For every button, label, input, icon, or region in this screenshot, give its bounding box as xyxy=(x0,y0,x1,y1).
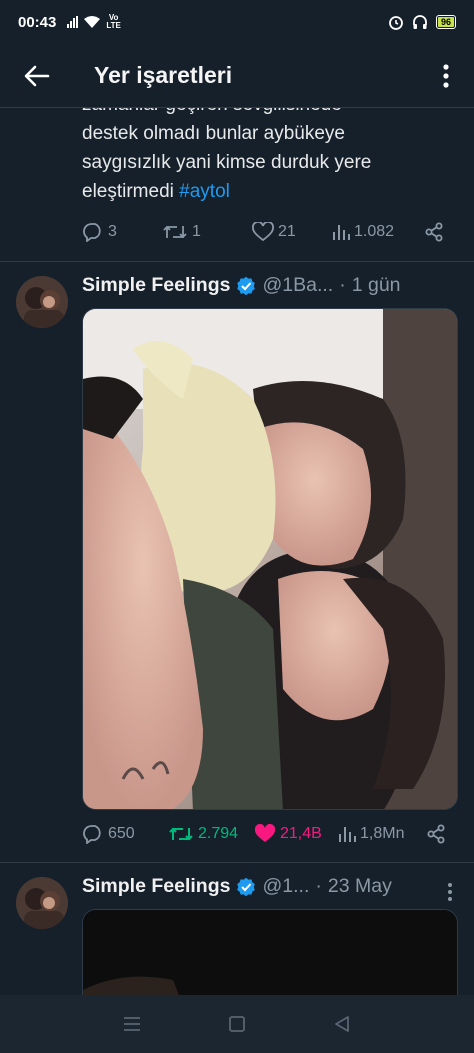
like-count: 21,4B xyxy=(280,825,322,842)
views-button[interactable]: 1.082 xyxy=(332,223,424,241)
tweet-bookmarked-partial[interactable]: zamanlar geçiren sevgilisinede destek ol… xyxy=(0,86,474,262)
tweet-actions: 650 2.794 21,4B 1,8Mn xyxy=(82,824,448,844)
triangle-back-icon xyxy=(334,1016,349,1032)
verified-badge-icon xyxy=(236,276,256,296)
menu-lines-icon xyxy=(124,1017,141,1031)
tweet-text-line: destek olmadı bunlar aybükeye xyxy=(82,123,345,144)
retweet-button[interactable]: 2.794 xyxy=(168,824,254,844)
reply-icon xyxy=(83,825,101,844)
tweet-time: 23 May xyxy=(327,875,392,897)
app-header: Yer işaretleri xyxy=(0,44,474,108)
like-count: 21 xyxy=(278,223,296,240)
vertical-dots-icon xyxy=(443,63,449,88)
back-button[interactable] xyxy=(18,57,56,95)
tweet-actions: 3 1 21 1.082 xyxy=(82,222,448,242)
tweet-more-button[interactable] xyxy=(448,883,452,901)
share-button[interactable] xyxy=(426,824,446,844)
tweet-text-line: saygısızlık yani kimse durduk yere xyxy=(82,152,372,173)
retweet-count: 1 xyxy=(192,223,201,240)
reply-button[interactable]: 650 xyxy=(82,824,168,844)
more-options-button[interactable] xyxy=(432,57,460,95)
tweet-header: Simple Feelings @1Ba... · 1 gün xyxy=(82,274,401,297)
alarm-icon xyxy=(389,16,403,30)
status-bar: 00:43 Vo LTE 96 xyxy=(0,0,474,44)
volte-label: Vo LTE xyxy=(106,13,121,30)
views-chart-icon xyxy=(339,827,356,842)
back-nav-button[interactable] xyxy=(322,1004,362,1044)
arrow-left-icon xyxy=(24,65,50,86)
hashtag-link[interactable]: #aytol xyxy=(179,181,230,202)
tweet-text-line: eleştirmedi xyxy=(82,181,180,202)
photo-image xyxy=(83,309,457,809)
headphones-icon xyxy=(413,15,427,29)
retweet-icon xyxy=(169,827,193,841)
tweet-time: 1 gün xyxy=(351,274,401,296)
retweet-count: 2.794 xyxy=(198,825,239,842)
view-count: 1.082 xyxy=(354,223,395,240)
avatar[interactable] xyxy=(16,877,68,929)
view-count: 1,8Mn xyxy=(360,825,405,842)
system-navigation-bar xyxy=(0,995,474,1053)
tweet-photo[interactable] xyxy=(82,308,458,810)
like-button[interactable]: 21 xyxy=(252,222,332,242)
retweet-icon xyxy=(163,225,187,239)
photo-image xyxy=(83,910,457,995)
author-name[interactable]: Simple Feelings xyxy=(82,274,230,297)
share-button[interactable] xyxy=(424,222,444,242)
battery-icon: 96 xyxy=(435,15,456,29)
retweet-button[interactable]: 1 xyxy=(162,222,252,242)
verified-badge-icon xyxy=(236,877,256,897)
page-title: Yer işaretleri xyxy=(94,62,233,88)
separator-dot: · xyxy=(339,274,346,296)
share-icon xyxy=(427,824,445,844)
avatar[interactable] xyxy=(16,276,68,328)
reply-count: 3 xyxy=(108,223,117,240)
reply-count: 650 xyxy=(108,825,135,842)
like-button[interactable]: 21,4B xyxy=(254,824,338,844)
recent-apps-button[interactable] xyxy=(112,1004,152,1044)
views-chart-icon xyxy=(333,225,350,240)
wifi-icon xyxy=(84,16,101,28)
author-name[interactable]: Simple Feelings xyxy=(82,875,230,898)
tweet-header: Simple Feelings @1... · 23 May xyxy=(82,875,392,898)
signal-icon xyxy=(67,16,79,28)
status-time: 00:43 xyxy=(18,13,57,31)
tweet-photo[interactable] xyxy=(82,909,458,995)
heart-icon xyxy=(252,222,274,242)
home-button[interactable] xyxy=(217,1004,257,1044)
square-home-icon xyxy=(229,1016,245,1032)
views-button[interactable]: 1,8Mn xyxy=(338,825,426,843)
reply-icon xyxy=(83,223,101,242)
reply-button[interactable]: 3 xyxy=(82,222,162,242)
tweet[interactable]: Simple Feelings @1Ba... · 1 gün 650 2.79… xyxy=(0,262,474,862)
author-handle: @1Ba... xyxy=(262,274,334,296)
share-icon xyxy=(425,222,443,242)
tweet[interactable]: Simple Feelings @1... · 23 May xyxy=(0,863,474,995)
author-handle: @1... xyxy=(262,875,310,897)
separator-dot: · xyxy=(315,875,322,897)
heart-filled-icon xyxy=(254,824,276,842)
